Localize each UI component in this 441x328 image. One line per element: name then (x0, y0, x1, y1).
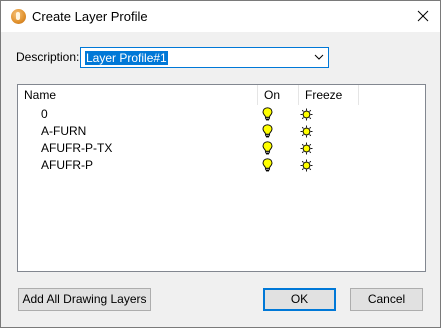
lightbulb-on-icon[interactable] (262, 141, 273, 158)
lightbulb-on-icon[interactable] (262, 158, 273, 175)
ok-button[interactable]: OK (263, 288, 336, 311)
column-header-on[interactable]: On (258, 85, 299, 105)
table-row[interactable]: 0 (18, 106, 425, 123)
create-layer-profile-dialog: Create Layer Profile Description: Layer … (0, 0, 441, 328)
lightbulb-on-icon[interactable] (262, 124, 273, 141)
layer-name: 0 (41, 107, 48, 121)
layer-name: AFUFR-P-TX (41, 141, 113, 155)
cancel-button[interactable]: Cancel (350, 288, 423, 311)
sun-thawed-icon[interactable] (300, 108, 313, 124)
sun-thawed-icon[interactable] (300, 159, 313, 175)
list-header: Name On Freeze (18, 85, 425, 105)
lightbulb-on-icon[interactable] (262, 107, 273, 124)
app-icon (11, 9, 26, 24)
description-combobox[interactable]: Layer Profile#1 (80, 47, 329, 68)
column-header-name[interactable]: Name (18, 85, 258, 105)
table-row[interactable]: A-FURN (18, 123, 425, 140)
sun-thawed-icon[interactable] (300, 125, 313, 141)
chevron-down-icon[interactable] (314, 53, 324, 61)
table-row[interactable]: AFUFR-P (18, 157, 425, 174)
layer-name: A-FURN (41, 124, 87, 138)
close-button[interactable] (406, 1, 440, 32)
table-row[interactable]: AFUFR-P-TX (18, 140, 425, 157)
description-value[interactable]: Layer Profile#1 (84, 50, 169, 66)
title-bar: Create Layer Profile (1, 1, 440, 32)
layer-name: AFUFR-P (41, 158, 93, 172)
layer-list[interactable]: Name On Freeze 0 A-FURN AFUFR-P-TX AFUFR-P (17, 84, 426, 272)
add-all-drawing-layers-button[interactable]: Add All Drawing Layers (18, 288, 151, 311)
close-icon (417, 10, 429, 22)
column-header-freeze[interactable]: Freeze (299, 85, 359, 105)
description-label: Description: (16, 50, 80, 64)
dialog-title: Create Layer Profile (32, 9, 148, 24)
sun-thawed-icon[interactable] (300, 142, 313, 158)
